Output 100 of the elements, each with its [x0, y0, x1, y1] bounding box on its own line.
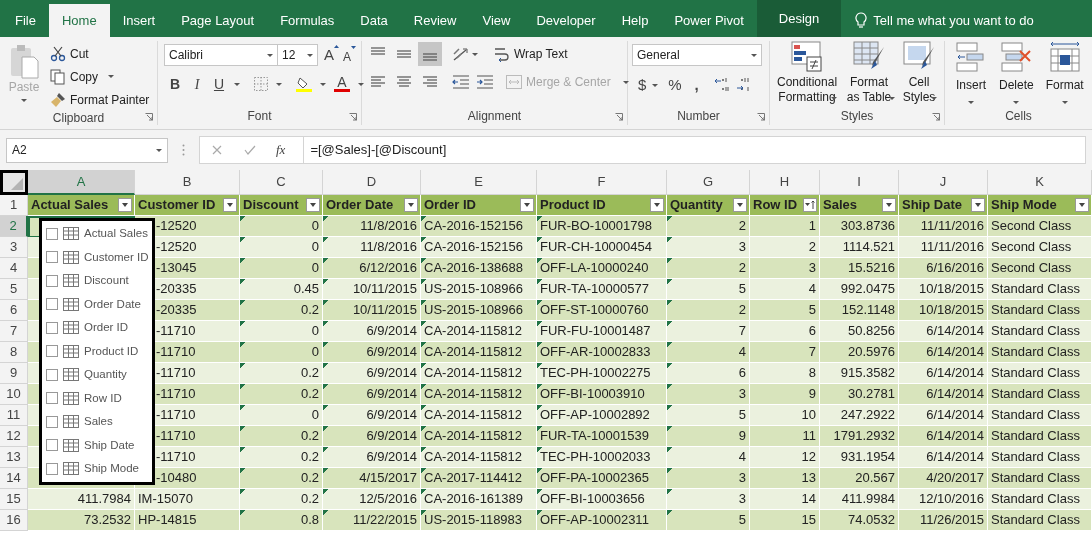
comma-button[interactable]: ,	[691, 74, 702, 97]
caret-icon[interactable]	[108, 75, 114, 78]
text-angle-icon[interactable]	[452, 46, 470, 62]
ribbon-tab[interactable]: Insert	[109, 4, 169, 37]
row-header[interactable]: 1	[0, 195, 28, 216]
row-header[interactable]: 16	[0, 510, 28, 531]
filter-dropdown-button[interactable]	[733, 198, 747, 212]
italic-button[interactable]: I	[190, 73, 204, 95]
caret-icon[interactable]	[1013, 101, 1020, 104]
row-header[interactable]: 14	[0, 468, 28, 489]
checkbox[interactable]	[46, 298, 58, 311]
ribbon-tab[interactable]: File	[2, 4, 49, 37]
select-all-button[interactable]	[0, 170, 28, 195]
styles-button[interactable]: Cell Styles	[898, 41, 940, 107]
column-header[interactable]: J	[899, 170, 988, 195]
caret-icon[interactable]	[358, 82, 364, 86]
filter-dropdown-button[interactable]	[223, 198, 237, 212]
row-header[interactable]: 15	[0, 489, 28, 510]
filter-dropdown-button[interactable]	[1075, 198, 1089, 212]
caret-icon[interactable]	[652, 83, 659, 87]
row-header[interactable]: 12	[0, 426, 28, 447]
filter-dropdown-button[interactable]	[404, 198, 418, 212]
decrease-indent-icon[interactable]	[452, 74, 470, 90]
column-header[interactable]: I	[820, 170, 899, 195]
caret-icon[interactable]	[276, 82, 282, 86]
shrink-font-button[interactable]: A	[343, 44, 357, 66]
cells-button[interactable]: Delete	[993, 41, 1040, 107]
ribbon-tab[interactable]: Help	[608, 4, 662, 37]
copy-button[interactable]: Copy	[50, 67, 150, 86]
checkbox[interactable]	[46, 251, 58, 264]
currency-button[interactable]: $	[638, 74, 647, 97]
tell-me-search[interactable]: Tell me what you want to do	[873, 10, 1034, 31]
caret-icon[interactable]	[931, 97, 937, 100]
caret-icon[interactable]	[320, 82, 326, 86]
row-header[interactable]: 11	[0, 405, 28, 426]
column-header[interactable]: A	[28, 170, 135, 195]
row-header[interactable]: 4	[0, 258, 28, 279]
column-header[interactable]: D	[323, 170, 421, 195]
name-box[interactable]: A2	[6, 137, 168, 163]
caret-icon[interactable]	[234, 82, 240, 86]
font-color-button[interactable]: A	[334, 76, 350, 92]
increase-indent-icon[interactable]	[476, 74, 494, 90]
checkbox[interactable]	[46, 321, 58, 334]
percent-button[interactable]: %	[668, 74, 682, 97]
bold-button[interactable]: B	[168, 73, 182, 95]
caret-icon[interactable]	[472, 52, 478, 56]
row-header[interactable]: 8	[0, 342, 28, 363]
ribbon-tab[interactable]: Data	[347, 4, 401, 37]
dialog-launcher-icon[interactable]	[757, 113, 765, 121]
caret-icon[interactable]	[1061, 101, 1068, 104]
row-header[interactable]: 6	[0, 300, 28, 321]
grow-font-button[interactable]: A	[324, 44, 339, 67]
checkbox[interactable]	[46, 274, 58, 287]
ribbon-tab[interactable]: Page Layout	[168, 4, 268, 37]
filter-dropdown-button[interactable]	[306, 198, 320, 212]
enter-check-icon[interactable]	[244, 145, 256, 155]
number-format-dropdown[interactable]: General	[632, 44, 762, 66]
dialog-launcher-icon[interactable]	[615, 113, 623, 121]
column-header[interactable]: B	[135, 170, 240, 195]
filter-dropdown-button[interactable]	[520, 198, 534, 212]
ribbon-tab[interactable]: Developer	[523, 4, 609, 37]
filter-dropdown-button[interactable]	[118, 198, 132, 212]
checkbox[interactable]	[46, 392, 58, 405]
dialog-launcher-icon[interactable]	[145, 113, 153, 121]
row-header[interactable]: 3	[0, 237, 28, 258]
formula-input[interactable]: =[@Sales]-[@Discount]	[303, 137, 1085, 163]
column-header[interactable]: E	[421, 170, 537, 195]
ribbon-tab[interactable]: Power Pivot	[661, 4, 757, 37]
filter-dropdown-button[interactable]	[882, 198, 896, 212]
styles-button[interactable]: Conditional Formatting	[774, 41, 841, 107]
checkbox[interactable]	[46, 345, 58, 358]
row-header[interactable]: 5	[0, 279, 28, 300]
row-header[interactable]: 10	[0, 384, 28, 405]
dialog-launcher-icon[interactable]	[349, 113, 357, 121]
checkbox[interactable]	[46, 368, 58, 381]
sort-filter-button[interactable]	[803, 198, 817, 212]
cells-button[interactable]: Insert	[949, 41, 993, 107]
styles-button[interactable]: Format as Table	[840, 41, 899, 107]
ribbon-tab[interactable]: Review	[400, 4, 470, 37]
underline-button[interactable]: U	[212, 73, 226, 95]
column-header[interactable]: G	[667, 170, 750, 195]
ribbon-tab[interactable]: Formulas	[267, 4, 348, 37]
column-header[interactable]: F	[537, 170, 667, 195]
decrease-decimal-icon[interactable]	[735, 77, 752, 94]
row-header[interactable]: 7	[0, 321, 28, 342]
dialog-launcher-icon[interactable]	[932, 113, 940, 121]
caret-icon[interactable]	[889, 97, 896, 100]
checkbox[interactable]	[46, 439, 58, 452]
borders-icon[interactable]	[254, 77, 268, 91]
font-size-dropdown[interactable]: 12	[278, 44, 318, 67]
increase-decimal-icon[interactable]	[713, 77, 730, 94]
cut-button[interactable]: Cut	[50, 44, 150, 63]
drag-handle-icon[interactable]	[182, 144, 185, 156]
row-header[interactable]: 9	[0, 363, 28, 384]
checkbox[interactable]	[46, 415, 58, 428]
checkbox[interactable]	[46, 227, 58, 240]
caret-icon[interactable]	[751, 53, 757, 57]
cells-button[interactable]: Format	[1039, 41, 1090, 107]
fill-color-icon[interactable]	[296, 76, 312, 92]
checkbox[interactable]	[46, 462, 58, 475]
